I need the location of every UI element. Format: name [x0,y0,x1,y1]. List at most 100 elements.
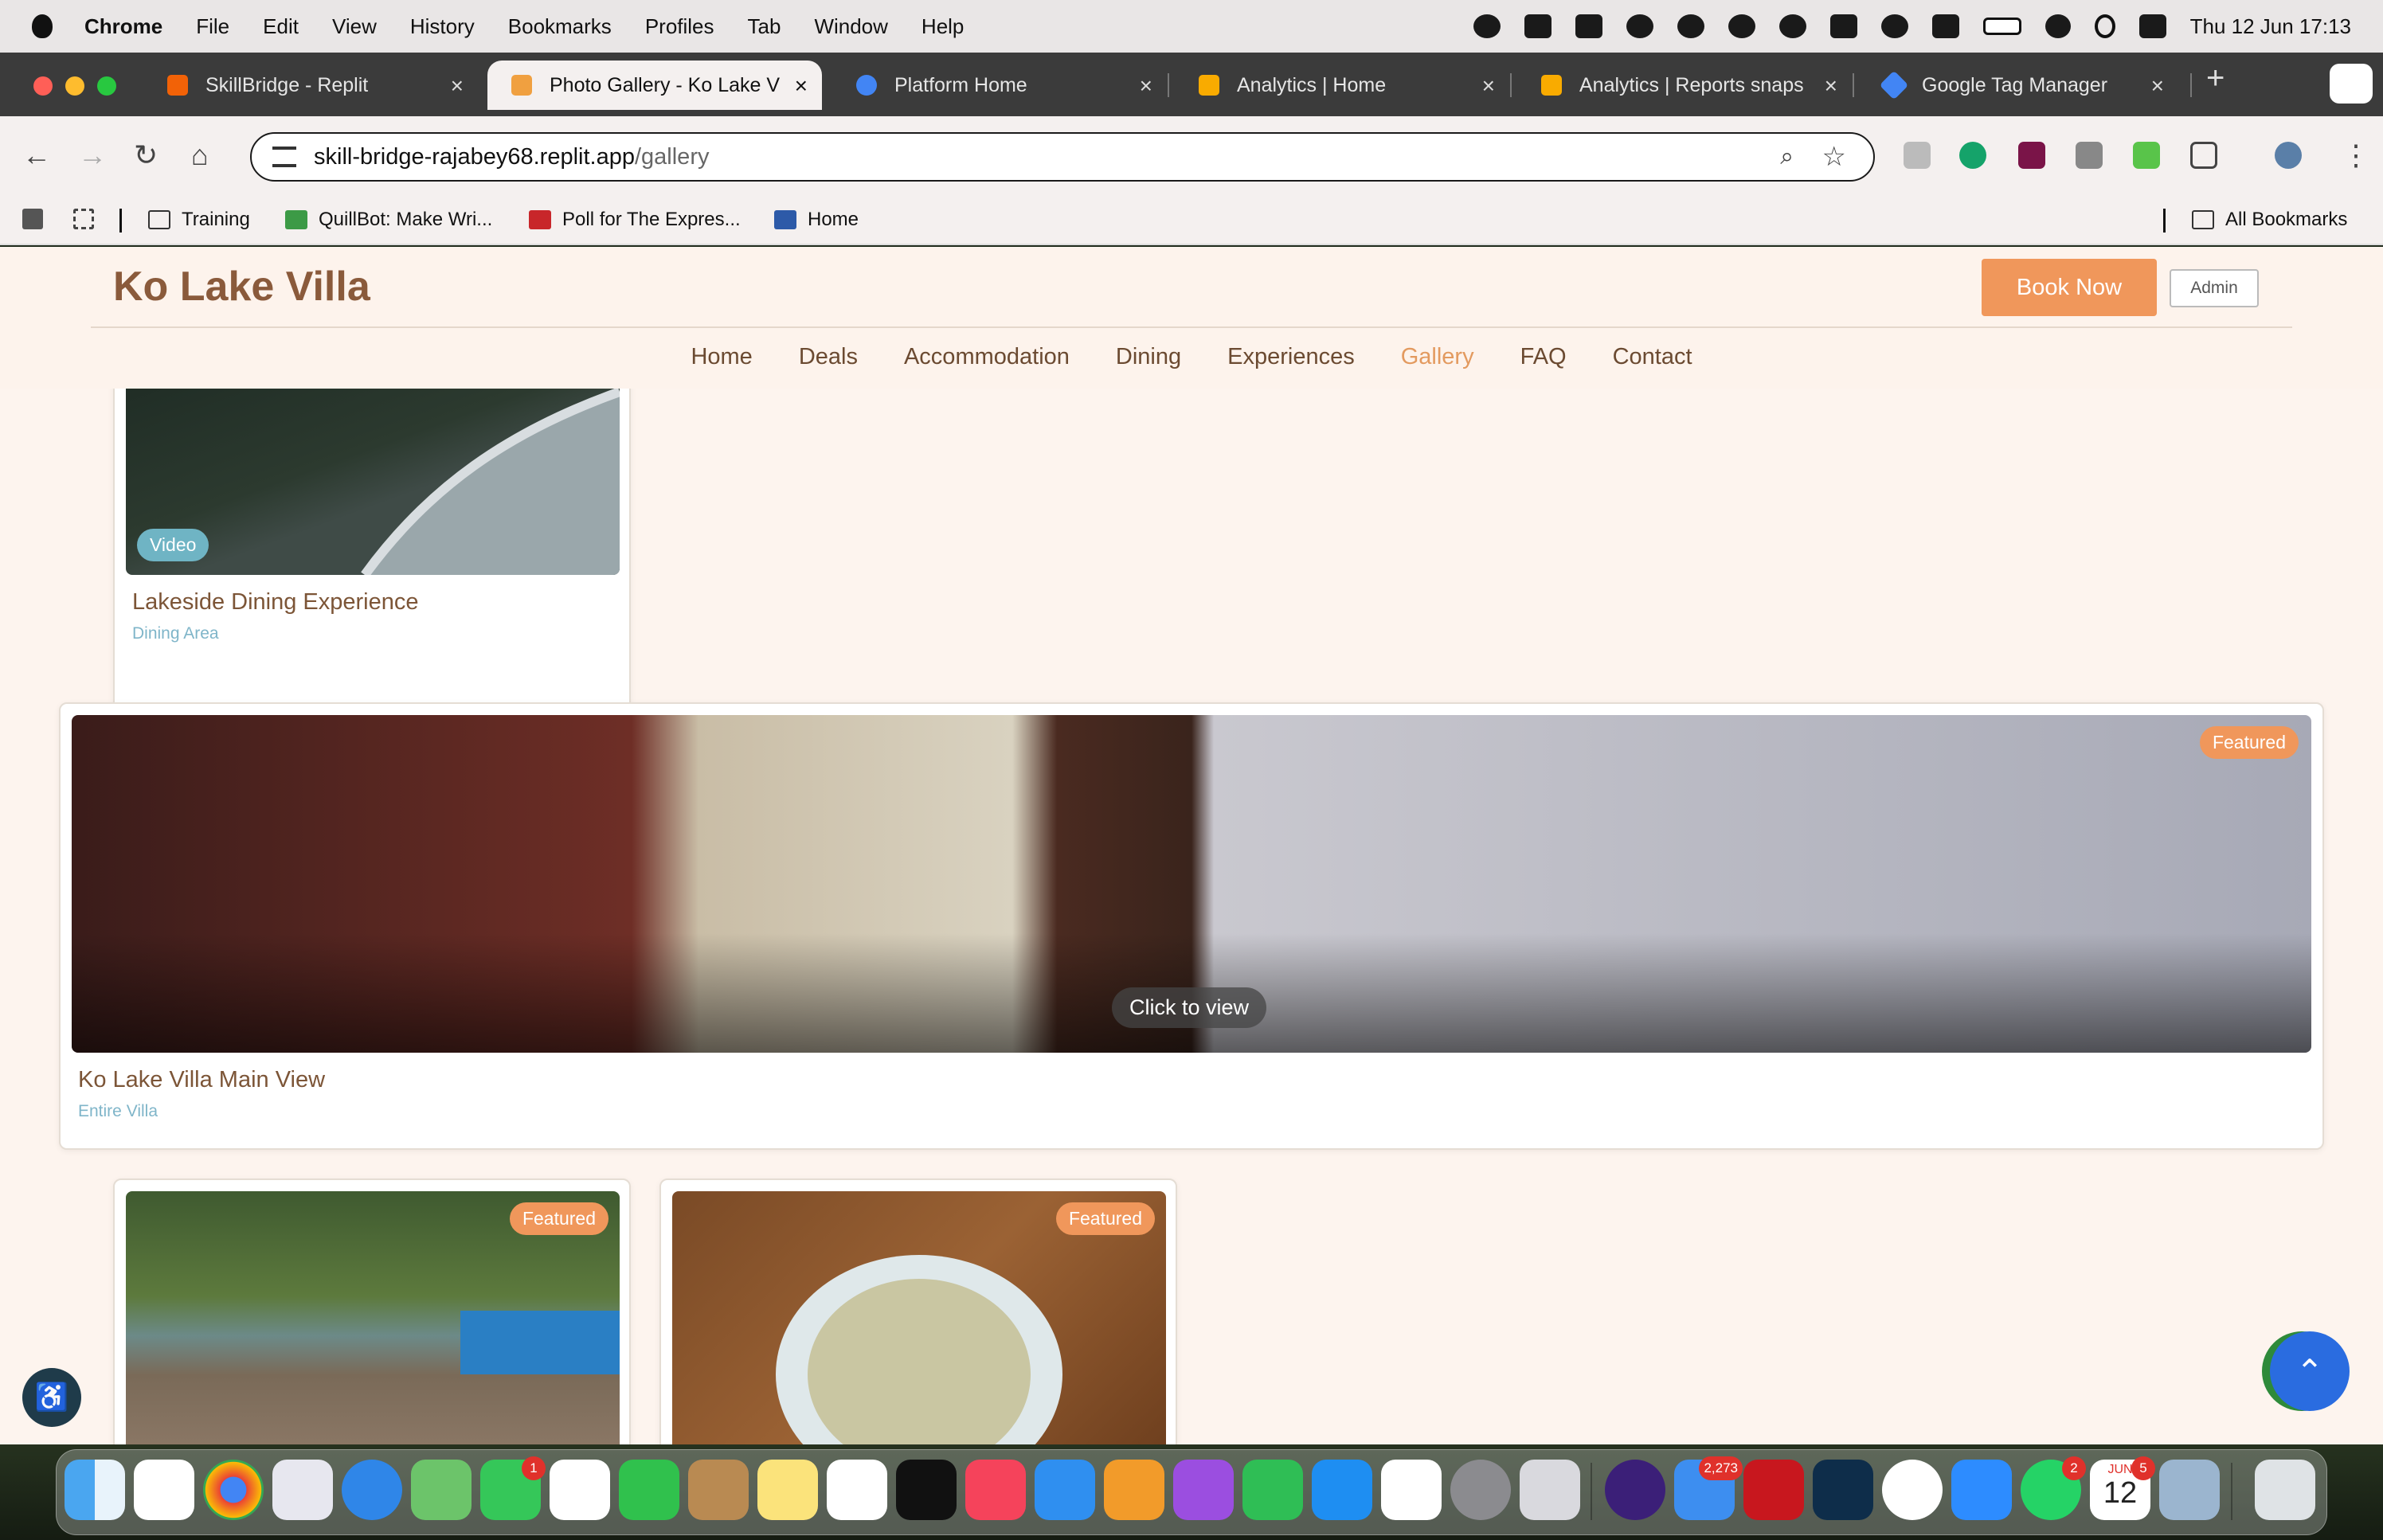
nav-contact[interactable]: Contact [1613,344,1692,370]
tab-photo-gallery[interactable]: Photo Gallery - Ko Lake V × [487,61,822,110]
preview-icon[interactable] [2159,1460,2220,1520]
app-store-icon[interactable] [1312,1460,1372,1520]
freeform-icon[interactable] [1381,1460,1442,1520]
gallery-card-featured-main[interactable]: Featured Click to view Ko Lake Villa Mai… [59,702,2324,1150]
back-arrow-icon[interactable]: ← [22,139,51,172]
window-minimize-button[interactable] [65,76,84,96]
menu-view[interactable]: View [332,14,377,39]
assistant-status-icon[interactable] [1677,14,1704,38]
safari-icon[interactable] [342,1460,402,1520]
nav-dining[interactable]: Dining [1116,344,1181,370]
bookmark-home[interactable]: Home [774,209,859,231]
tab-platform-home[interactable]: Platform Home × [832,61,1167,110]
messages-icon[interactable]: 1 [480,1456,546,1520]
perplexity-icon[interactable] [1813,1460,1873,1520]
bookmark-star-icon[interactable]: ☆ [1822,141,1846,173]
book-now-button[interactable]: Book Now [1982,259,2157,316]
tor-browser-icon[interactable] [1605,1460,1665,1520]
extensions-puzzle-icon[interactable] [2190,142,2217,169]
menu-bookmarks[interactable]: Bookmarks [508,14,612,39]
new-tab-plus-icon[interactable]: + [2206,61,2225,96]
profile-avatar[interactable] [2275,142,2302,169]
menu-help[interactable]: Help [922,14,964,39]
nav-deals[interactable]: Deals [799,344,858,370]
bookmark-poll[interactable]: Poll for The Expres... [529,209,741,231]
nav-experiences[interactable]: Experiences [1227,344,1355,370]
calendar-icon[interactable]: JUN 12 5 [2090,1456,2155,1520]
nav-home[interactable]: Home [691,344,752,370]
battery-icon[interactable] [1982,18,2021,35]
site-info-tune-icon[interactable] [272,147,296,167]
click-to-view-overlay[interactable]: Click to view [1112,987,1267,1028]
reload-icon[interactable]: ↻ [134,139,158,172]
chrome-menu-kebab-icon[interactable]: ⋮ [2342,139,2370,172]
zoom-icon[interactable] [1951,1460,2012,1520]
extension-reader-icon[interactable] [1904,142,1931,169]
apple-tv-icon[interactable] [896,1460,957,1520]
control-center-icon[interactable] [2138,14,2166,38]
extension-sheets-icon[interactable] [2133,142,2160,169]
accessibility-button[interactable]: ♿ [22,1368,81,1427]
forward-arrow-icon[interactable]: → [78,139,107,172]
extension-grammarly-icon[interactable] [1959,142,1986,169]
window-zoom-button[interactable] [97,76,116,96]
news-icon[interactable] [965,1460,1026,1520]
close-tab-icon[interactable]: × [451,73,464,99]
pool-terrace-image[interactable]: Featured [126,1191,620,1444]
tab-skillbridge[interactable]: SkillBridge - Replit × [143,61,478,110]
tab-search-chevron-down-icon[interactable] [2330,64,2373,104]
home-icon[interactable]: ⌂ [191,139,209,172]
bookmarks-apps-square-icon[interactable] [22,209,43,229]
launchpad-icon[interactable] [272,1460,333,1520]
menu-window[interactable]: Window [814,14,887,39]
numbers-icon[interactable] [1242,1460,1303,1520]
nav-faq[interactable]: FAQ [1520,344,1567,370]
photos-icon[interactable] [550,1460,610,1520]
finder-icon[interactable] [65,1460,125,1520]
soup-image[interactable]: Featured [672,1191,1166,1444]
menu-file[interactable]: File [196,14,229,39]
admin-button[interactable]: Admin [2170,269,2259,307]
extension-t-icon[interactable] [2018,142,2045,169]
acrobat-icon[interactable] [1743,1460,1804,1520]
notes-icon[interactable] [757,1460,818,1520]
podcasts-icon[interactable] [1173,1460,1234,1520]
trash-icon[interactable] [2255,1460,2315,1520]
close-tab-icon[interactable]: × [1482,73,1495,99]
play-status-icon[interactable] [1880,14,1908,38]
close-tab-icon[interactable]: × [1825,73,1837,99]
apple-menu-icon[interactable] [32,14,53,38]
menu-edit[interactable]: Edit [263,14,299,39]
close-tab-icon[interactable]: × [795,73,808,99]
maps-icon[interactable] [411,1460,472,1520]
gallery-card-soup[interactable]: Featured [659,1178,1177,1444]
wifi-icon[interactable] [2045,14,2071,38]
iphone-mirroring-icon[interactable] [1520,1460,1580,1520]
menu-tab[interactable]: Tab [748,14,781,39]
bookmark-quillbot[interactable]: QuillBot: Make Wri... [285,209,492,231]
display-status-icon[interactable] [1931,14,1959,38]
pages-icon[interactable] [1104,1460,1164,1520]
whatsapp-icon[interactable]: 2 [2021,1456,2086,1520]
chrome-icon[interactable] [203,1460,264,1520]
tab-groups-grid-icon[interactable] [73,209,94,229]
spotlight-search-icon[interactable] [2094,14,2115,38]
zoom-magnifier-icon[interactable]: ⌕ [1780,143,1794,170]
dropbox-status-icon[interactable] [1524,14,1551,38]
close-tab-icon[interactable]: × [2151,73,2164,99]
menubar-clock[interactable]: Thu 12 Jun 17:13 [2190,14,2351,39]
nav-gallery[interactable]: Gallery [1401,344,1474,370]
tab-analytics-home[interactable]: Analytics | Home × [1175,61,1509,110]
chatgpt-icon[interactable] [134,1460,194,1520]
menu-history[interactable]: History [410,14,475,39]
video-thumbnail[interactable]: Video [126,360,620,575]
keyboard-status-icon[interactable] [1829,14,1857,38]
moon-icon[interactable] [1778,14,1806,38]
menu-app-name[interactable]: Chrome [84,14,162,39]
todo-status-icon[interactable] [1473,14,1501,38]
mail-icon[interactable]: 2,273 [1674,1456,1743,1520]
clock-icon[interactable] [1882,1460,1943,1520]
contacts-icon[interactable] [688,1460,749,1520]
tab-google-tag-manager[interactable]: Google Tag Manager × [1860,61,2178,110]
drive-status-icon[interactable] [1575,14,1602,38]
